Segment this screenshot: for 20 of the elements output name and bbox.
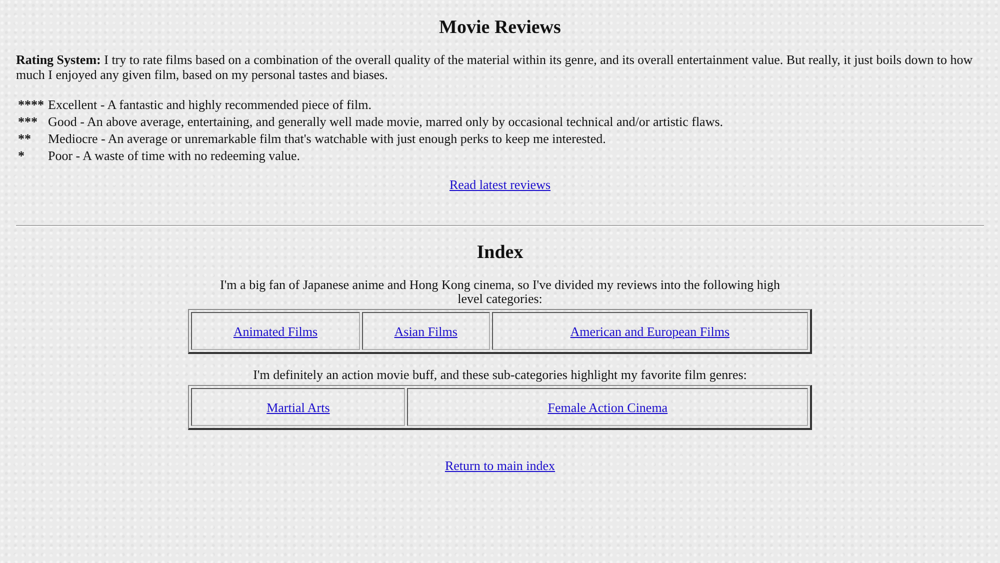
rating-description: Good - An above average, entertaining, and generally well made movie, marred only by occasional technical and/or artistic flaws. xyxy=(48,113,724,130)
latest-reviews-link[interactable]: Read latest reviews xyxy=(449,177,551,192)
category-link[interactable]: Female Action Cinema xyxy=(548,400,668,414)
rating-description: Mediocre - An average or unremarkable film that's watchable with just enough perks to keep me interested. xyxy=(48,130,607,147)
rating-description: Poor - A waste of time with no redeeming value. xyxy=(48,147,302,164)
category-link[interactable]: Animated Films xyxy=(233,324,318,338)
page-title: Movie Reviews xyxy=(438,16,562,39)
section-intro: I'm a big fan of Japanese anime and Hong Kong cinema, so I've divided my reviews into the following high level categories: xyxy=(219,278,781,306)
rating-stars: * xyxy=(18,147,26,164)
rating-description: Excellent - A fantastic and highly recommended piece of film. xyxy=(48,96,372,113)
rating-stars: **** xyxy=(18,96,45,113)
category-link[interactable]: Martial Arts xyxy=(266,400,330,414)
section-intro: I'm definitely an action movie buff, and these sub-categories highlight my favorite film genres: xyxy=(252,368,748,382)
main-index-link[interactable]: Return to main index xyxy=(444,458,556,473)
category-link[interactable]: American and European Films xyxy=(570,324,730,338)
rating-stars: ** xyxy=(18,130,32,147)
category-link[interactable]: Asian Films xyxy=(394,324,458,338)
rating-system-paragraph: Rating System: I try to rate films based on a combination of the overall quality of the material within its genre, and its overall entertainment value. But really, it just boils down to how much I enjoyed any given film, based on my personal tastes and biases. xyxy=(16,52,974,82)
rating-stars: *** xyxy=(18,113,38,130)
index-heading: Index xyxy=(476,242,524,264)
